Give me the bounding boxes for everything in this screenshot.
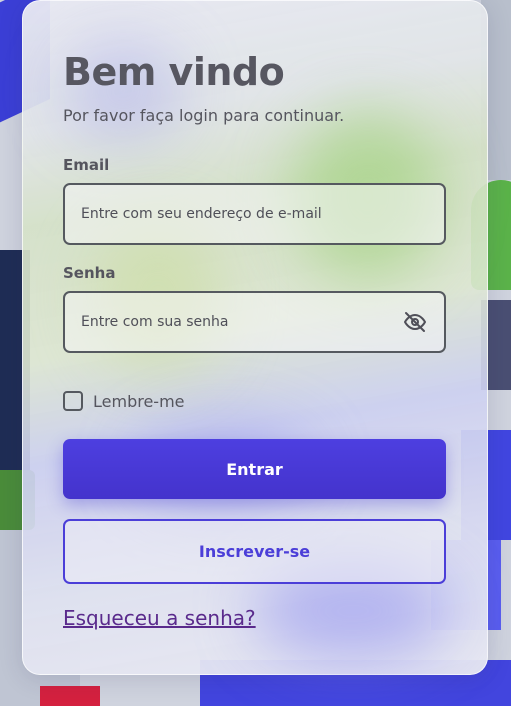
login-button-label: Entrar xyxy=(226,459,283,479)
remember-label: Lembre-me xyxy=(93,391,185,411)
eye-off-icon[interactable] xyxy=(402,309,428,335)
forgot-password-link[interactable]: Esqueceu a senha? xyxy=(63,606,256,630)
email-placeholder: Entre com seu endereço de e-mail xyxy=(81,206,322,222)
password-label: Senha xyxy=(63,264,116,282)
signup-button[interactable]: Inscrever-se xyxy=(63,519,446,584)
email-label: Email xyxy=(63,156,110,174)
signup-button-label: Inscrever-se xyxy=(198,542,311,561)
password-field[interactable]: Entre com sua senha xyxy=(63,291,446,353)
password-placeholder: Entre com sua senha xyxy=(81,314,229,330)
email-field[interactable]: Entre com seu endereço de e-mail xyxy=(63,183,446,245)
remember-checkbox[interactable] xyxy=(63,391,83,411)
page-title: Bem vindo xyxy=(63,50,285,94)
remember-me[interactable]: Lembre-me xyxy=(63,391,185,411)
background-block xyxy=(40,686,100,706)
login-button[interactable]: Entrar xyxy=(63,439,446,499)
page-subtitle: Por favor faça login para continuar. xyxy=(63,106,345,125)
